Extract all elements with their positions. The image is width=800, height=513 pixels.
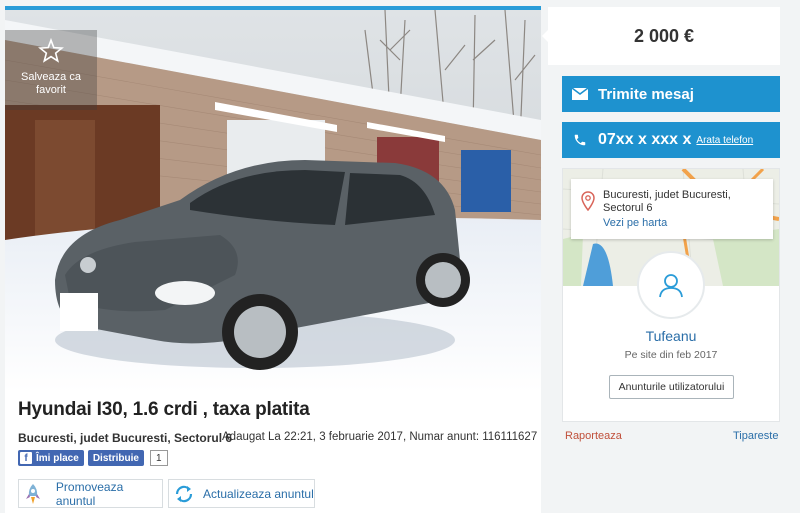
promote-button[interactable]: Promoveaza anuntul [18, 479, 163, 508]
facebook-icon: f [20, 452, 32, 464]
send-message-button[interactable]: Trimite mesaj [562, 76, 780, 112]
price-box: 2 000 € [542, 7, 780, 65]
facebook-share-button[interactable]: Distribuie [87, 450, 144, 466]
promote-label: Promoveaza anuntul [55, 479, 124, 508]
phone-icon [562, 133, 598, 147]
refresh-button[interactable]: Actualizeaza anuntul [168, 479, 315, 508]
map-address: Bucuresti, judet Bucuresti, Sectorul 6 [603, 189, 731, 214]
favorite-button[interactable]: Salveaza ca favorit [5, 30, 97, 110]
facebook-buttons: f Îmi place Distribuie 1 [18, 450, 168, 466]
send-message-label: Trimite mesaj [598, 85, 694, 103]
star-icon [38, 37, 64, 63]
listing-title: Hyundai I30, 1.6 crdi , taxa platita [18, 399, 310, 420]
location-pin-icon [581, 191, 595, 211]
listing-panel: Salveaza ca favorit Hyundai I30, 1.6 crd… [5, 6, 541, 513]
seller-name[interactable]: Tufeanu [563, 328, 779, 344]
seller-since: Pe site din feb 2017 [624, 349, 718, 361]
favorite-label: Salveaza ca favorit [21, 71, 81, 96]
rocket-icon [19, 480, 48, 508]
user-icon [659, 274, 683, 298]
user-ads-button[interactable]: Anunturile utilizatorului [609, 375, 734, 399]
phone-button[interactable]: 07xx x xxx x Arata telefon [562, 122, 780, 158]
listing-meta: Adaugat La 22:21, 3 februarie 2017, Numa… [222, 431, 538, 443]
facebook-like-label: Îmi place [36, 452, 79, 464]
map-address-box: Bucuresti, judet Bucuresti, Sectorul 6 V… [571, 179, 773, 239]
refresh-icon [169, 480, 199, 508]
refresh-label: Actualizeaza anuntul [203, 486, 314, 501]
view-map-link[interactable]: Vezi pe harta [603, 217, 667, 229]
report-link[interactable]: Raporteaza [565, 430, 622, 442]
facebook-share-count: 1 [149, 450, 168, 466]
facebook-like-button[interactable]: f Îmi place [18, 450, 84, 466]
facebook-share-label: Distribuie [92, 452, 139, 464]
avatar[interactable] [637, 251, 705, 319]
print-link[interactable]: Tipareste [733, 430, 778, 442]
listing-photo[interactable]: Salveaza ca favorit [5, 10, 541, 392]
seller-card: Bucuresti, judet Bucuresti, Sectorul 6 V… [562, 168, 780, 422]
show-phone-link[interactable]: Arata telefon [696, 135, 753, 146]
envelope-icon [562, 88, 598, 100]
phone-number: 07xx x xxx x [598, 131, 692, 148]
listing-location: Bucuresti, judet Bucuresti, Sectorul 6 [18, 431, 233, 445]
